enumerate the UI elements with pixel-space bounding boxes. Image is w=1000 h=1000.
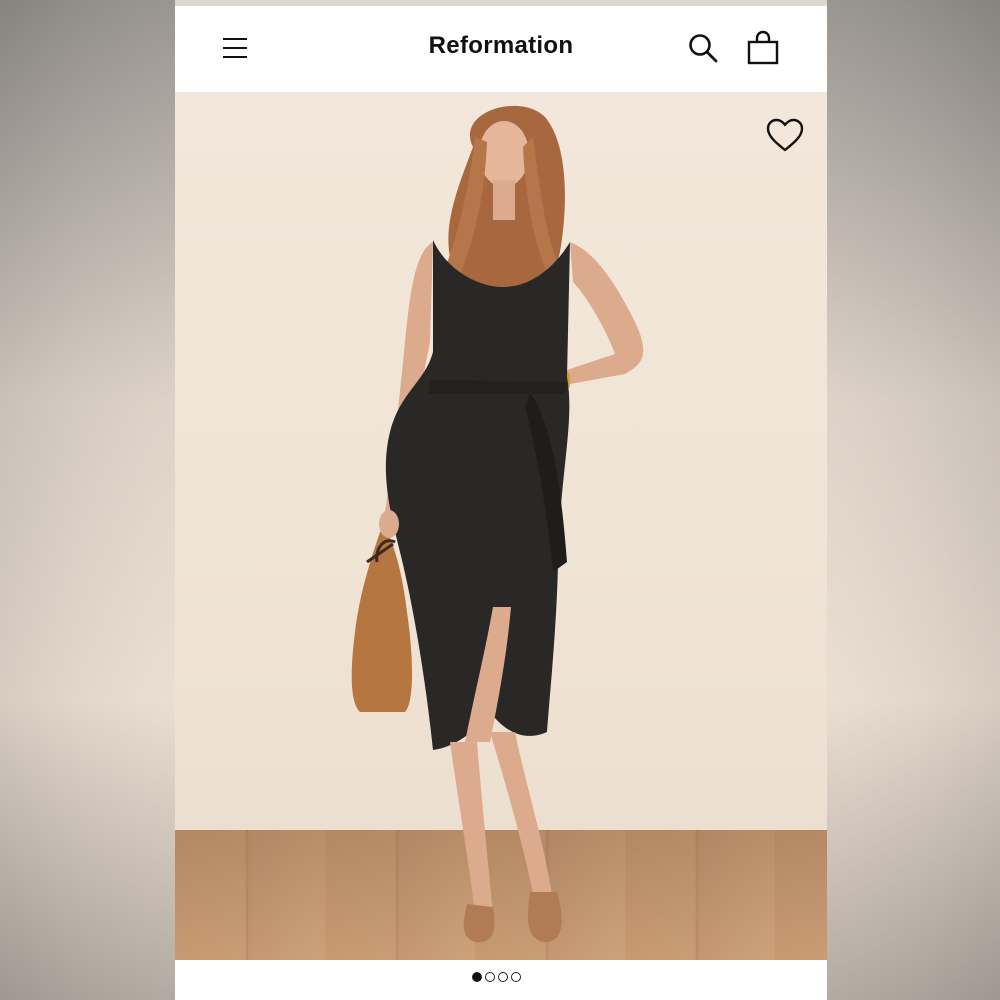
product-image[interactable] — [175, 92, 827, 960]
carousel-dot-1[interactable] — [472, 972, 482, 982]
background-blur-left — [0, 0, 175, 1000]
mobile-screen: Reformation — [175, 0, 827, 1000]
search-icon — [689, 34, 718, 63]
background-blur-right — [827, 0, 1000, 1000]
search-button[interactable] — [687, 32, 719, 64]
wishlist-button[interactable] — [765, 116, 805, 156]
carousel-dot-2[interactable] — [485, 972, 495, 982]
cart-button[interactable] — [746, 30, 780, 66]
carousel-indicator — [472, 972, 521, 986]
carousel-dot-4[interactable] — [511, 972, 521, 982]
brand-logo[interactable]: Reformation — [175, 32, 827, 60]
carousel-footer — [175, 960, 827, 1000]
shopping-bag-icon — [747, 30, 779, 65]
site-header: Reformation — [175, 6, 827, 92]
heart-icon — [766, 118, 804, 152]
model-figure — [351, 105, 644, 943]
carousel-dot-3[interactable] — [498, 972, 508, 982]
